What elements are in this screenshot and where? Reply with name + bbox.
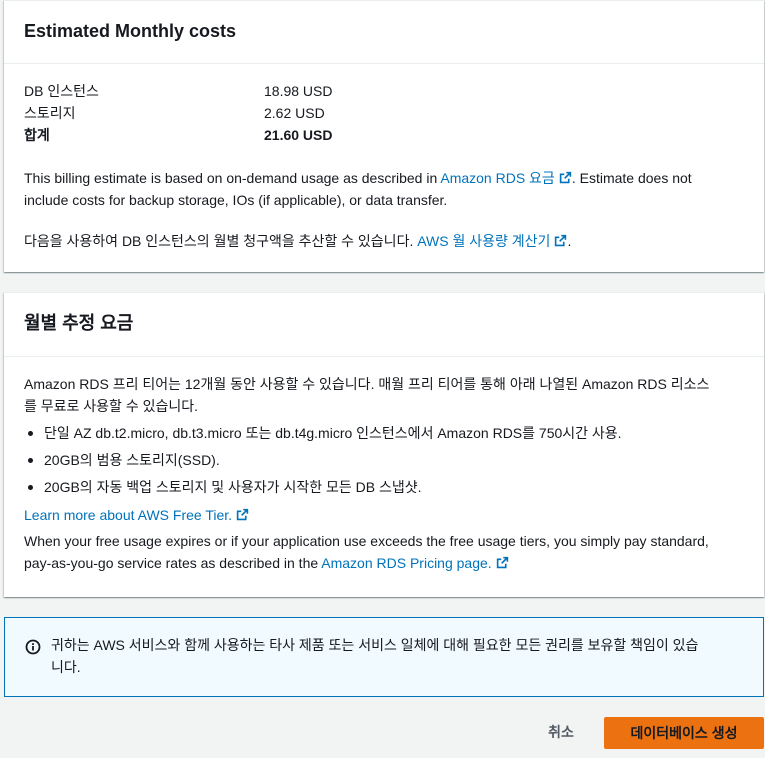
free-tier-intro: Amazon RDS 프리 티어는 12개월 동안 사용할 수 있습니다. 매월…	[24, 373, 724, 417]
estimate-text: This billing estimate is based on on-dem…	[24, 170, 441, 186]
external-link-icon	[559, 171, 572, 184]
calculator-period: .	[567, 233, 572, 249]
panel-title: 월별 추정 요금	[4, 293, 764, 357]
alert-text: 귀하는 AWS 서비스와 함께 사용하는 타사 제품 또는 서비스 일체에 대해…	[51, 634, 751, 678]
learn-more-link-label[interactable]: Learn more about AWS Free Tier.	[24, 507, 232, 523]
external-link-icon	[555, 234, 567, 247]
list-item-text: 20GB의 자동 백업 스토리지 및 사용자가 시작한 모든 DB 스냅샷.	[44, 479, 422, 495]
alert-line2: 니다.	[51, 659, 81, 675]
pricing-line2: pay-as-you-go service rates as described…	[24, 555, 322, 571]
cost-label: DB 인스턴스	[24, 83, 99, 99]
learn-more-link[interactable]: Learn more about AWS Free Tier.	[24, 507, 249, 523]
calculator-link[interactable]: AWS 월 사용량 계산기	[417, 233, 567, 249]
calculator-link-label[interactable]: AWS 월 사용량 계산기	[417, 233, 550, 249]
cost-value: 2.62 USD	[264, 105, 325, 121]
list-item: 20GB의 범용 스토리지(SSD).	[24, 449, 744, 471]
bullet-dot	[28, 485, 33, 490]
estimate-text-tail: . Estimate does not	[571, 170, 692, 186]
info-icon	[25, 639, 41, 655]
intro-line1: Amazon RDS 프리 티어는 12개월 동안 사용할 수 있습니다. 매월…	[24, 376, 710, 392]
pricing-note: When your free usage expires or if your …	[24, 530, 724, 574]
info-alert: 귀하는 AWS 서비스와 함께 사용하는 타사 제품 또는 서비스 일체에 대해…	[4, 617, 764, 697]
bullet-dot	[28, 431, 33, 436]
intro-line2: 를 무료로 사용할 수 있습니다.	[24, 398, 199, 414]
rds-pricing-link-label[interactable]: Amazon RDS 요금	[440, 170, 554, 186]
cost-value: 21.60 USD	[264, 127, 333, 143]
free-tier-panel: 월별 추정 요금 Amazon RDS 프리 티어는 12개월 동안 사용할 수…	[4, 292, 764, 597]
rds-pricing-page-link[interactable]: Amazon RDS Pricing page.	[321, 555, 508, 571]
estimated-costs-panel: Estimated Monthly costs DB 인스턴스 18.98 US…	[4, 0, 764, 272]
cancel-button[interactable]: 취소	[532, 716, 590, 748]
alert-line1: 귀하는 AWS 서비스와 함께 사용하는 타사 제품 또는 서비스 일체에 대해…	[51, 637, 699, 653]
cost-label: 합계	[24, 127, 50, 143]
cost-value: 18.98 USD	[264, 83, 333, 99]
cost-label: 스토리지	[24, 105, 76, 121]
list-item-text: 20GB의 범용 스토리지(SSD).	[44, 452, 220, 468]
list-item: 20GB의 자동 백업 스토리지 및 사용자가 시작한 모든 DB 스냅샷.	[24, 476, 744, 498]
free-tier-list: 단일 AZ db.t2.micro, db.t3.micro 또는 db.t4g…	[24, 422, 744, 503]
learn-more-line: Learn more about AWS Free Tier.	[24, 504, 724, 526]
list-item: 단일 AZ db.t2.micro, db.t3.micro 또는 db.t4g…	[24, 422, 744, 444]
estimate-note: This billing estimate is based on on-dem…	[24, 167, 724, 211]
calculator-note: 다음을 사용하여 DB 인스턴스의 월별 청구액을 추산할 수 있습니다. AW…	[24, 230, 724, 252]
rds-pricing-link[interactable]: Amazon RDS 요금	[440, 170, 572, 186]
bullet-dot	[28, 458, 33, 463]
estimate-text-line2: include costs for backup storage, IOs (i…	[24, 192, 448, 208]
calculator-text: 다음을 사용하여 DB 인스턴스의 월별 청구액을 추산할 수 있습니다.	[24, 233, 418, 249]
list-item-text: 단일 AZ db.t2.micro, db.t3.micro 또는 db.t4g…	[44, 425, 622, 441]
panel-title: Estimated Monthly costs	[4, 1, 764, 64]
rds-pricing-page-link-label[interactable]: Amazon RDS Pricing page.	[321, 555, 491, 571]
create-database-button[interactable]: 데이터베이스 생성	[604, 717, 764, 749]
external-link-icon	[496, 556, 508, 569]
pricing-line1: When your free usage expires or if your …	[24, 533, 709, 549]
external-link-icon	[236, 508, 249, 521]
